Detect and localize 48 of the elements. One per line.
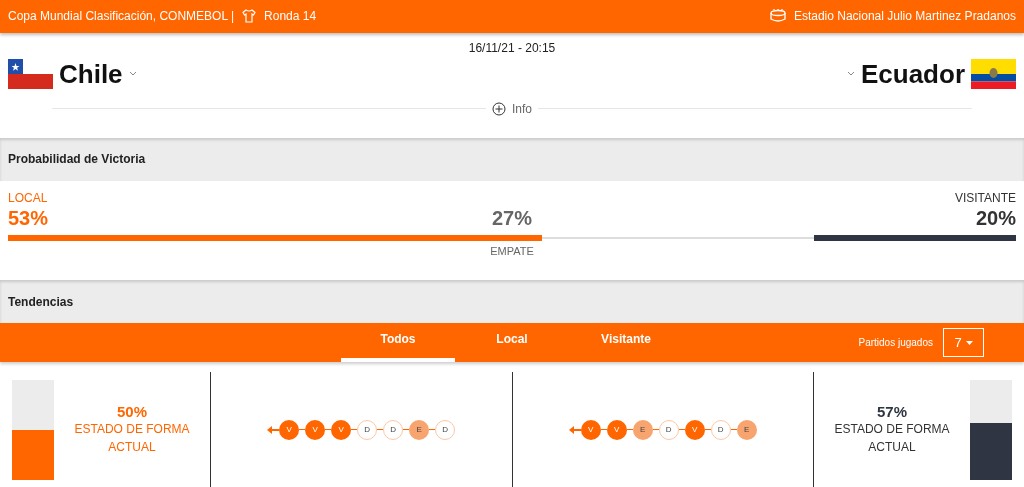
filter-tab[interactable]: Todos	[341, 323, 455, 362]
draw-label: EMPATE	[490, 245, 534, 257]
shirt-icon	[242, 9, 257, 24]
result-badge: D	[357, 419, 378, 440]
matches-played-label: Partidos jugados	[858, 337, 933, 349]
venue-name: Estadio Nacional Julio Martinez Pradanos	[793, 9, 1016, 24]
result-badge: V	[279, 419, 300, 440]
caret-icon[interactable]	[846, 71, 855, 78]
arrow-icon	[568, 424, 581, 435]
away-probability: 20%	[975, 207, 1016, 230]
result-badge: E	[632, 419, 653, 440]
result-badge: V	[305, 419, 326, 440]
round-label: Ronda 14	[264, 9, 317, 24]
result-badge: V	[331, 419, 352, 440]
filter-tab[interactable]: Local	[455, 323, 569, 362]
home-probability: 53%	[8, 207, 49, 230]
flag-icon	[971, 59, 1016, 90]
team-name: Chile	[59, 58, 123, 90]
draw-probability: 27%	[492, 207, 532, 230]
result-badge: D	[710, 419, 731, 440]
result-badge: D	[383, 419, 404, 440]
section-header: Tendencias	[0, 279, 1024, 324]
result-badge: E	[736, 419, 757, 440]
team-name: Ecuador	[860, 58, 965, 90]
caret-icon	[965, 340, 973, 345]
info-link[interactable]: Info	[512, 101, 532, 116]
result-badge: V	[606, 419, 627, 440]
home-label: LOCAL	[8, 191, 48, 205]
form-label: ESTADO DE FORMA ACTUAL	[833, 421, 951, 456]
flag-icon	[8, 59, 53, 90]
form-percentage: 57%	[877, 403, 907, 420]
filter-tab[interactable]: Visitante	[569, 323, 683, 362]
stadium-icon	[769, 9, 786, 24]
match-datetime: 16/11/21 - 20:15	[468, 40, 556, 55]
competition-name: Copa Mundial Clasificación, CONMEBOL |	[8, 9, 235, 24]
away-label: VISITANTE	[954, 191, 1016, 205]
matches-played-dropdown[interactable]: 7	[943, 328, 984, 358]
result-badge: V	[684, 419, 705, 440]
result-badge: V	[580, 419, 601, 440]
form-percentage: 50%	[117, 403, 147, 420]
result-badge: E	[409, 419, 430, 440]
section-header: Probabilidad de Victoria	[0, 137, 1024, 181]
result-badge: D	[435, 419, 456, 440]
caret-icon[interactable]	[128, 71, 137, 78]
plus-icon[interactable]	[492, 101, 506, 116]
arrow-icon	[267, 424, 280, 435]
form-label: ESTADO DE FORMA ACTUAL	[73, 421, 191, 456]
result-badge: D	[658, 419, 679, 440]
